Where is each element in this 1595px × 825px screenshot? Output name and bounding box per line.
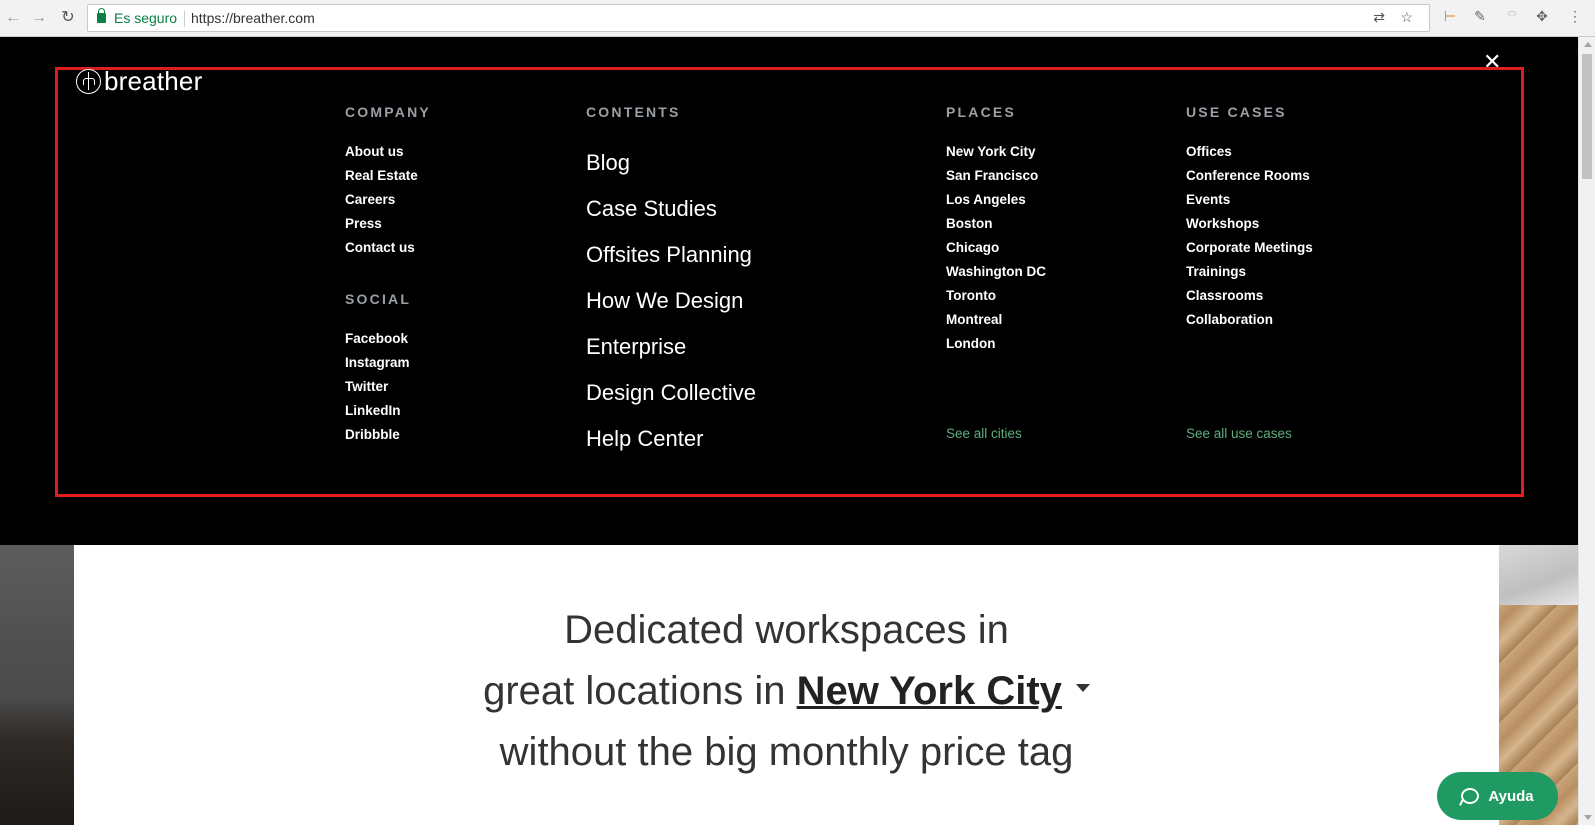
use-case-link[interactable]: Collaboration	[1186, 308, 1313, 332]
social-link[interactable]: Dribbble	[345, 423, 410, 447]
social-link[interactable]: Twitter	[345, 375, 410, 399]
company-link[interactable]: Real Estate	[345, 164, 418, 188]
company-heading: COMPANY	[345, 104, 431, 120]
chat-bubble-icon	[1461, 788, 1480, 804]
secure-label: Es seguro	[114, 10, 178, 26]
contents-link[interactable]: Blog	[586, 140, 756, 186]
place-link[interactable]: Montreal	[946, 308, 1046, 332]
contents-link[interactable]: How We Design	[586, 278, 756, 324]
use-case-link[interactable]: Corporate Meetings	[1186, 236, 1313, 260]
city-selector[interactable]: New York City	[797, 669, 1062, 713]
use-case-link[interactable]: Classrooms	[1186, 284, 1313, 308]
caret-down-icon[interactable]	[1075, 684, 1090, 693]
place-link[interactable]: San Francisco	[946, 164, 1046, 188]
background-wall-right	[1499, 545, 1578, 605]
url-text[interactable]: https://breather.com	[191, 10, 315, 26]
breather-tree-icon	[76, 69, 101, 94]
contents-link[interactable]: Design Collective	[586, 370, 756, 416]
use-case-link[interactable]: Trainings	[1186, 260, 1313, 284]
place-link[interactable]: Toronto	[946, 284, 1046, 308]
social-list: Facebook Instagram Twitter LinkedIn Drib…	[345, 327, 410, 447]
hero-line-3: without the big monthly price tag	[499, 730, 1074, 774]
lock-icon	[97, 8, 106, 23]
contents-link[interactable]: Enterprise	[586, 324, 756, 370]
contents-link[interactable]: Offsites Planning	[586, 232, 756, 278]
company-link[interactable]: Contact us	[345, 236, 418, 260]
navigation-overlay: ✕	[0, 37, 1578, 545]
place-link[interactable]: New York City	[946, 140, 1046, 164]
social-link[interactable]: LinkedIn	[345, 399, 410, 423]
contents-list: Blog Case Studies Offsites Planning How …	[586, 140, 756, 462]
place-link[interactable]: Chicago	[946, 236, 1046, 260]
address-bar[interactable]: Es seguro https://breather.com ⇄ ☆	[87, 4, 1430, 32]
background-photo-left	[0, 545, 74, 825]
help-chat-button[interactable]: Ayuda	[1437, 772, 1558, 820]
help-button-label: Ayuda	[1488, 787, 1534, 805]
extension-ruler-icon[interactable]: ⊢	[1440, 8, 1460, 25]
bookmark-star-icon[interactable]: ☆	[1400, 9, 1413, 26]
scroll-down-icon[interactable]	[1584, 815, 1592, 820]
address-divider	[184, 11, 185, 27]
use-case-link[interactable]: Workshops	[1186, 212, 1313, 236]
use-case-link[interactable]: Offices	[1186, 140, 1313, 164]
reload-icon[interactable]: ↻	[58, 8, 78, 28]
use-case-link[interactable]: Events	[1186, 188, 1313, 212]
browser-toolbar: ← → ↻ Es seguro https://breather.com ⇄ ☆…	[0, 0, 1595, 37]
see-all-cities-link[interactable]: See all cities	[946, 426, 1022, 441]
extension-move-icon[interactable]: ✥	[1532, 8, 1552, 25]
hero-panel: Dedicated workspaces in great locations …	[74, 545, 1499, 825]
see-all-use-cases-link[interactable]: See all use cases	[1186, 426, 1292, 441]
browser-menu-icon[interactable]: ⋮	[1565, 8, 1585, 25]
contents-heading: CONTENTS	[586, 104, 681, 120]
back-arrow-icon[interactable]: ←	[3, 8, 23, 28]
place-link[interactable]: Los Angeles	[946, 188, 1046, 212]
breather-logo[interactable]: breather	[76, 66, 202, 97]
social-heading: SOCIAL	[345, 291, 412, 307]
scroll-thumb[interactable]	[1582, 54, 1592, 179]
extension-box-icon[interactable]: ▭	[1502, 8, 1522, 19]
logo-text: breather	[104, 66, 203, 96]
company-link[interactable]: Press	[345, 212, 418, 236]
social-link[interactable]: Facebook	[345, 327, 410, 351]
places-heading: PLACES	[946, 104, 1016, 120]
place-link[interactable]: Washington DC	[946, 260, 1046, 284]
places-list: New York City San Francisco Los Angeles …	[946, 140, 1046, 356]
place-link[interactable]: Boston	[946, 212, 1046, 236]
contents-link[interactable]: Help Center	[586, 416, 756, 462]
translate-icon[interactable]: ⇄	[1373, 9, 1385, 26]
company-link[interactable]: About us	[345, 140, 418, 164]
company-link[interactable]: Careers	[345, 188, 418, 212]
hero-line-2-prefix: great locations in	[483, 669, 786, 713]
use-cases-heading: USE CASES	[1186, 104, 1287, 120]
social-link[interactable]: Instagram	[345, 351, 410, 375]
extension-eyedropper-icon[interactable]: ✎	[1470, 8, 1490, 25]
hero-line-2: great locations in New York City	[74, 669, 1499, 714]
use-case-link[interactable]: Conference Rooms	[1186, 164, 1313, 188]
use-cases-list: Offices Conference Rooms Events Workshop…	[1186, 140, 1313, 332]
page-scrollbar[interactable]	[1578, 37, 1595, 825]
contents-link[interactable]: Case Studies	[586, 186, 756, 232]
forward-arrow-icon[interactable]: →	[29, 8, 49, 28]
place-link[interactable]: London	[946, 332, 1046, 356]
company-list: About us Real Estate Careers Press Conta…	[345, 140, 418, 260]
scroll-up-icon[interactable]	[1584, 42, 1592, 47]
hero-line-1: Dedicated workspaces in	[564, 608, 1009, 652]
